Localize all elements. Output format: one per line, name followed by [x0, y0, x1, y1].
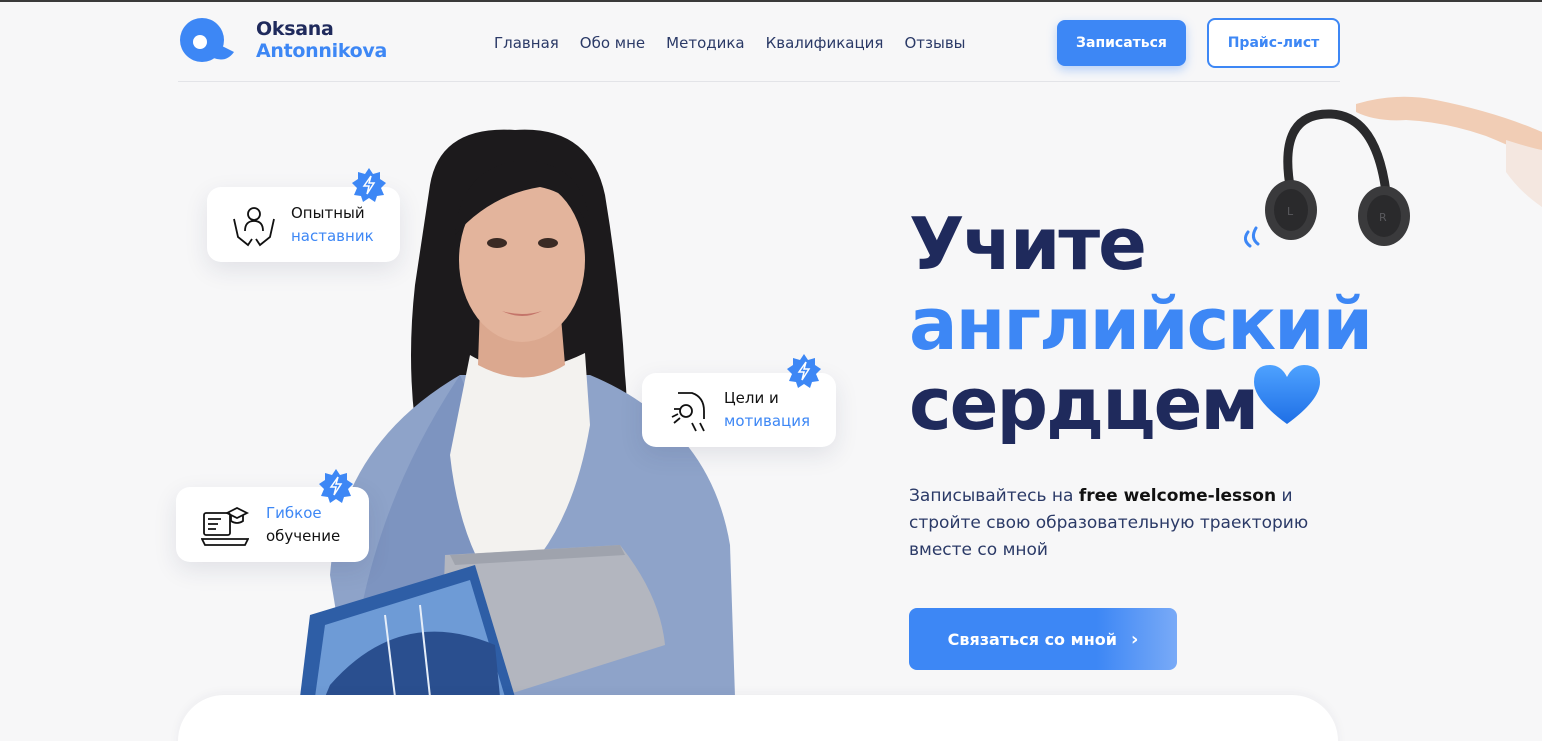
signup-button[interactable]: Записаться [1057, 20, 1186, 66]
contact-me-button[interactable]: Связаться со мной › [909, 608, 1177, 670]
hero-title-line2: английский [909, 282, 1373, 366]
feature-flexible-line2: обучение [266, 526, 341, 545]
hero-desc-pre: Записывайтесь на [909, 486, 1079, 506]
top-border [0, 0, 1542, 2]
feature-goals-line1: Цели и [724, 389, 779, 407]
hero-title: Учите английский сердцем [909, 204, 1429, 444]
logo-icon [180, 18, 234, 62]
lightning-badge-icon [319, 469, 353, 503]
feature-card-mentor: Опытный наставник [207, 168, 400, 262]
chevron-right-icon: › [1130, 628, 1139, 650]
lightning-badge-icon [787, 354, 821, 388]
feature-card-goals: Цели и мотивация [642, 354, 836, 447]
brand-first-name: Oksana [256, 18, 334, 40]
hero-description: Записывайтесь на free welcome-lesson и с… [909, 483, 1329, 564]
nav-link-home[interactable]: Главная [494, 34, 559, 52]
feature-mentor-line1: Опытный [291, 203, 365, 222]
contact-me-label: Связаться со мной [947, 629, 1117, 649]
main-nav: Главная Обо мне Методика Квалификация От… [494, 34, 987, 52]
feature-mentor-line2: наставник [291, 226, 374, 245]
site-header: Oksana Antonnikova Главная Обо мне Метод… [178, 12, 1340, 82]
feature-flexible-line1: Гибкое [266, 503, 322, 522]
feature-goals-line2: мотивация [724, 412, 810, 430]
blue-heart-icon [1254, 365, 1320, 424]
next-section-panel [178, 695, 1338, 741]
hero-title-line3: сердцем [909, 362, 1259, 446]
pricelist-button[interactable]: Прайс-лист [1207, 18, 1340, 68]
brand-last-name: Antonnikova [256, 40, 388, 62]
flexible-learning-icon [200, 500, 250, 550]
mentor-icon [229, 200, 279, 250]
hero-desc-bold: free welcome-lesson [1078, 486, 1277, 506]
logo[interactable]: Oksana Antonnikova [178, 14, 387, 66]
nav-link-reviews[interactable]: Отзывы [904, 34, 965, 52]
lightning-badge-icon [352, 168, 386, 202]
nav-link-method[interactable]: Методика [666, 34, 744, 52]
hero-title-line1: Учите [909, 202, 1147, 286]
nav-link-qualification[interactable]: Квалификация [766, 34, 884, 52]
feature-card-flexible: Гибкое обучение [176, 469, 369, 562]
nav-link-about[interactable]: Обо мне [580, 34, 645, 52]
goals-icon [666, 385, 716, 435]
